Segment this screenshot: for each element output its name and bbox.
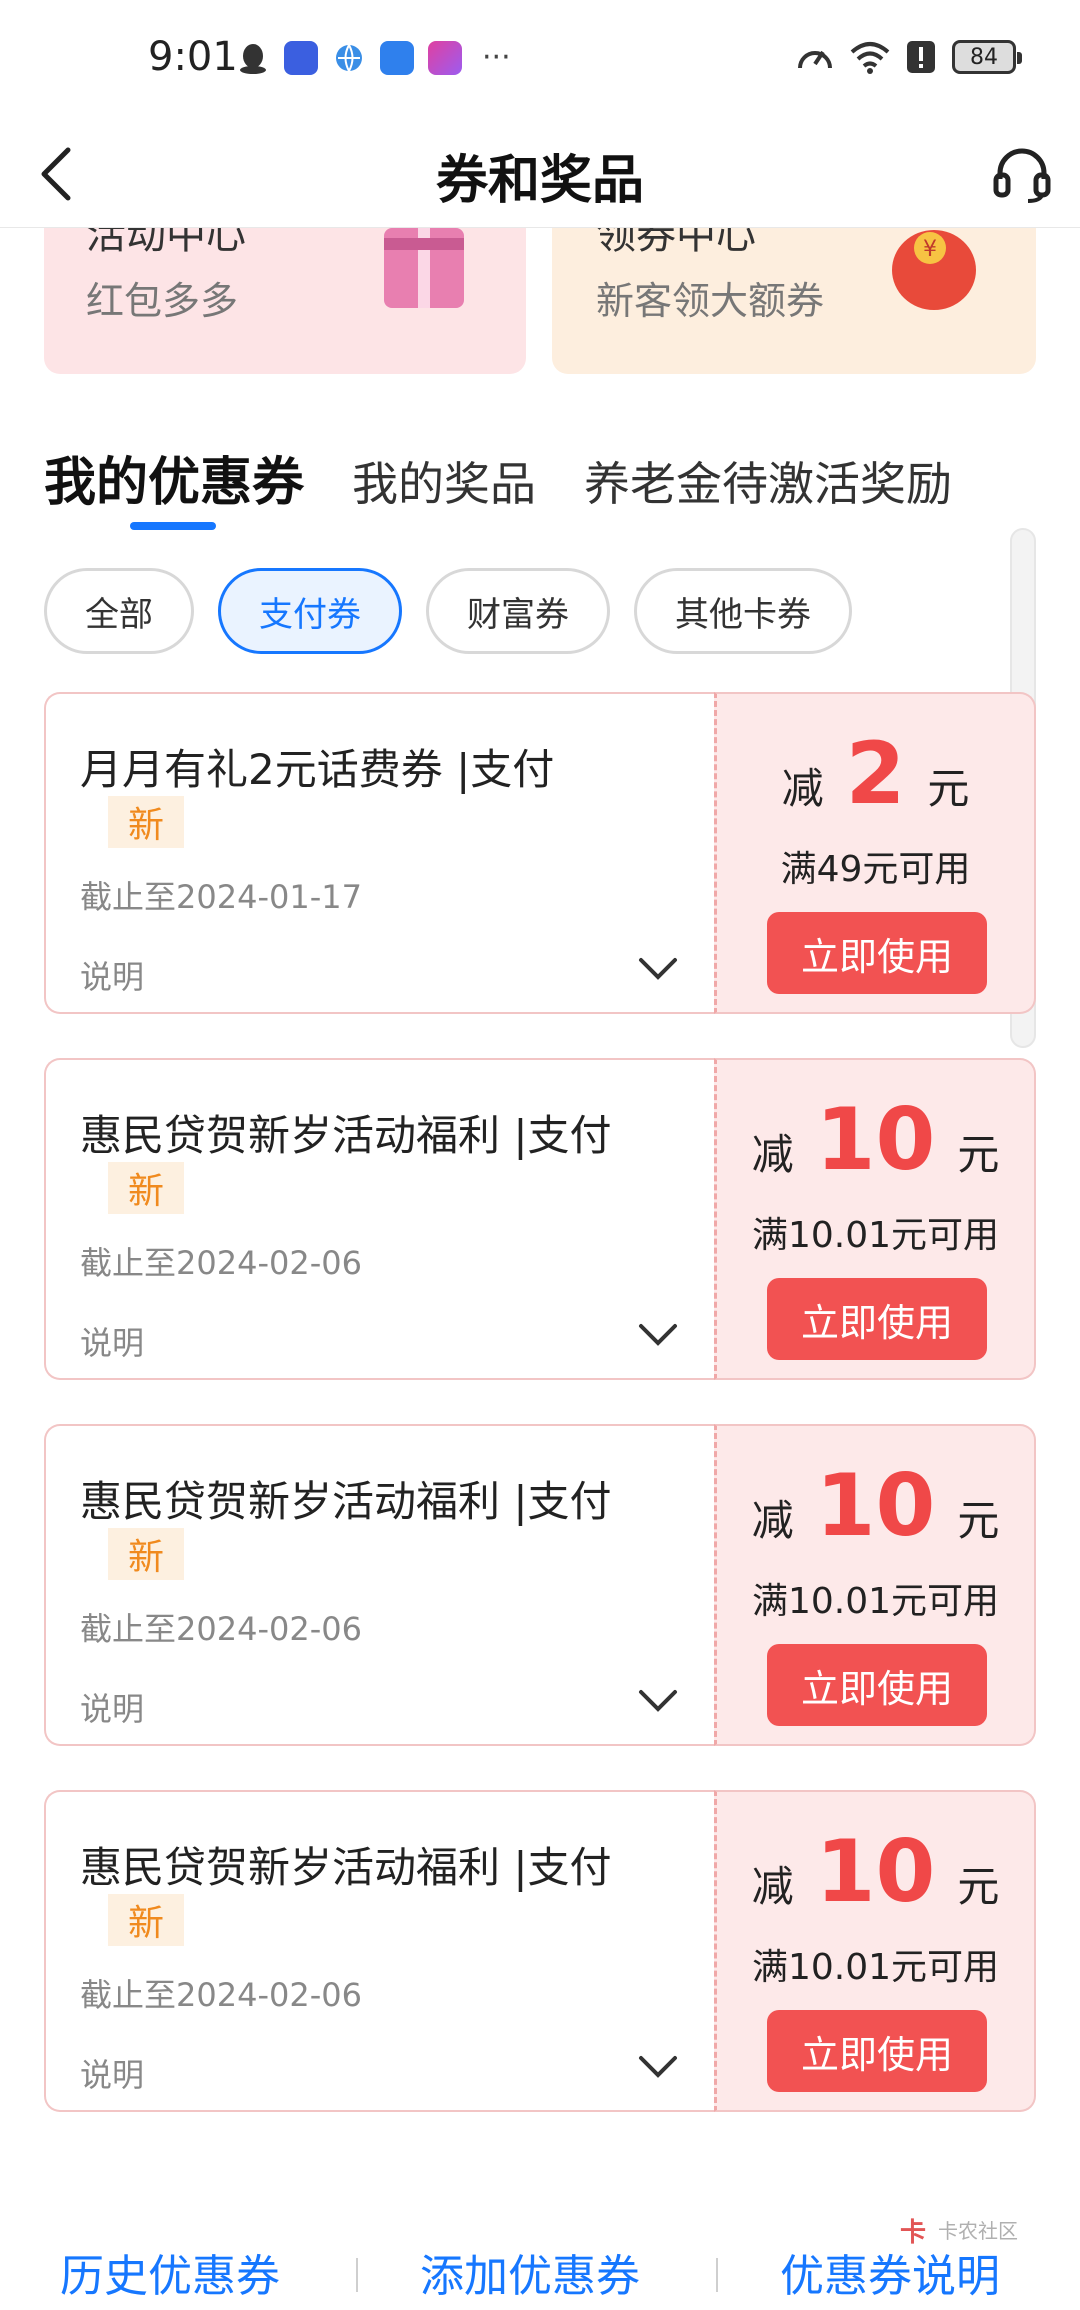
discount-unit: 元 bbox=[957, 1862, 1000, 1911]
browser-icon bbox=[336, 44, 362, 71]
notification-icons: ··· bbox=[236, 40, 511, 75]
coupon-info: 惠民贷贺新岁活动福利 |支付 新 截止至2024-02-06 说明 bbox=[44, 1790, 714, 2112]
coupon-threshold: 满10.01元可用 bbox=[751, 1581, 1000, 1622]
coupon-expire-date: 截止至2024-02-06 bbox=[80, 1244, 362, 1282]
new-badge: 新 bbox=[108, 1528, 184, 1580]
gift-icon bbox=[384, 228, 464, 308]
system-icons: 84 bbox=[796, 40, 1022, 74]
chevron-down-icon[interactable] bbox=[638, 2054, 678, 2080]
discount-prefix: 减 bbox=[781, 764, 824, 813]
coupon-description-label[interactable]: 说明 bbox=[80, 2050, 144, 2096]
coupon-threshold: 满49元可用 bbox=[780, 849, 971, 890]
coupon-name: 惠民贷贺新岁活动福利 |支付 bbox=[80, 1111, 612, 1160]
coupon-description-label[interactable]: 说明 bbox=[80, 1318, 144, 1364]
chevron-down-icon[interactable] bbox=[638, 1322, 678, 1348]
headset-icon bbox=[993, 148, 1051, 203]
coupon-card: 惠民贷贺新岁活动福利 |支付 新 截止至2024-02-06 说明 减 10 元… bbox=[44, 1424, 1036, 1746]
coupon-amount-panel: 减 10 元 满10.01元可用 立即使用 bbox=[714, 1424, 1036, 1746]
coupon-explain-link[interactable]: 优惠券说明 bbox=[780, 2240, 1000, 2304]
coupon-amount-panel: 减 2 元 满49元可用 立即使用 bbox=[714, 692, 1036, 1014]
speed-icon bbox=[798, 50, 832, 69]
coupon-name: 惠民贷贺新岁活动福利 |支付 bbox=[80, 1843, 612, 1892]
promo-subtitle: 新客领大额券 bbox=[596, 279, 825, 323]
discount-amount: 10 bbox=[815, 1456, 936, 1556]
discount-prefix: 减 bbox=[751, 1862, 794, 1911]
coupon-info: 惠民贷贺新岁活动福利 |支付 新 截止至2024-02-06 说明 bbox=[44, 1424, 714, 1746]
battery-level: 84 bbox=[970, 44, 998, 70]
discount-prefix: 减 bbox=[751, 1496, 794, 1545]
top-nav-bar: 券和奖品 bbox=[0, 120, 1080, 228]
discount-amount: 10 bbox=[815, 1090, 936, 1190]
coupon-expire-date: 截止至2024-02-06 bbox=[80, 1976, 362, 2014]
svg-text:¥: ¥ bbox=[923, 237, 937, 262]
discount-unit: 元 bbox=[957, 1496, 1000, 1545]
coupon-expire-date: 截止至2024-02-06 bbox=[80, 1610, 362, 1648]
status-time: 9:01 bbox=[148, 34, 238, 80]
new-badge: 新 bbox=[108, 796, 184, 848]
coupon-info: 惠民贷贺新岁活动福利 |支付 新 截止至2024-02-06 说明 bbox=[44, 1058, 714, 1380]
coupon-name: 月月有礼2元话费券 |支付 bbox=[80, 745, 555, 794]
tab-my-prizes[interactable]: 我的奖品 bbox=[352, 448, 536, 514]
tab-pension-rewards[interactable]: 养老金待激活奖励 bbox=[584, 448, 952, 514]
chevron-down-icon[interactable] bbox=[638, 956, 678, 982]
discount-prefix: 减 bbox=[751, 1130, 794, 1179]
weather-app-icon bbox=[380, 40, 414, 75]
filter-other-cards[interactable]: 其他卡券 bbox=[634, 568, 852, 654]
coupon-expire-date: 截止至2024-01-17 bbox=[80, 878, 362, 916]
coupon-threshold: 满10.01元可用 bbox=[751, 1215, 1000, 1256]
coupon-amount-panel: 减 10 元 满10.01元可用 立即使用 bbox=[714, 1790, 1036, 2112]
coupon-card: 惠民贷贺新岁活动福利 |支付 新 截止至2024-02-06 说明 减 10 元… bbox=[44, 1790, 1036, 2112]
qq-icon bbox=[240, 43, 266, 74]
discount-amount: 10 bbox=[815, 1822, 936, 1922]
new-badge: 新 bbox=[108, 1162, 184, 1214]
coupon-threshold: 满10.01元可用 bbox=[751, 1947, 1000, 1988]
use-now-button[interactable]: 立即使用 bbox=[767, 912, 987, 994]
use-now-button[interactable]: 立即使用 bbox=[767, 2010, 987, 2092]
tab-bar: 我的优惠券 我的奖品 养老金待激活奖励 bbox=[44, 440, 952, 515]
tab-underline bbox=[130, 522, 216, 530]
divider bbox=[356, 2258, 358, 2292]
new-badge: 新 bbox=[108, 1894, 184, 1946]
history-coupons-link[interactable]: 历史优惠券 bbox=[60, 2240, 280, 2304]
coupon-info: 月月有礼2元话费券 |支付 新 截止至2024-01-17 说明 bbox=[44, 692, 714, 1014]
filter-wealth[interactable]: 财富券 bbox=[426, 568, 610, 654]
use-now-button[interactable]: 立即使用 bbox=[767, 1278, 987, 1360]
watermark-logo-icon: 卡 bbox=[900, 2218, 927, 2248]
coupon-amount-panel: 减 10 元 满10.01元可用 立即使用 bbox=[714, 1058, 1036, 1380]
use-now-button[interactable]: 立即使用 bbox=[767, 1644, 987, 1726]
more-notifications: ··· bbox=[482, 40, 511, 75]
wifi-icon bbox=[850, 42, 890, 74]
promo-title: 领券中心 bbox=[596, 228, 756, 258]
battery-icon: 84 bbox=[952, 40, 1022, 74]
news-app-icon bbox=[284, 40, 318, 75]
watermark-text: 卡农社区 bbox=[938, 2218, 1018, 2243]
tab-my-coupons[interactable]: 我的优惠券 bbox=[44, 440, 304, 515]
filter-chips: 全部 支付券 财富券 其他卡券 bbox=[44, 568, 852, 654]
discount-unit: 元 bbox=[927, 764, 970, 813]
status-bar: 9:01 ··· 84 bbox=[0, 0, 1080, 120]
alert-icon bbox=[907, 41, 935, 73]
filter-payment[interactable]: 支付券 bbox=[218, 568, 402, 654]
promo-subtitle: 红包多多 bbox=[86, 279, 239, 323]
coupon-description-label[interactable]: 说明 bbox=[80, 1684, 144, 1730]
red-envelope-icon: ¥ bbox=[892, 230, 976, 310]
coupon-center-card[interactable]: 领券中心 新客领大额券 ¥ bbox=[552, 228, 1036, 374]
page-title: 券和奖品 bbox=[435, 151, 644, 211]
coupon-card: 惠民贷贺新岁活动福利 |支付 新 截止至2024-02-06 说明 减 10 元… bbox=[44, 1058, 1036, 1380]
coupon-name: 惠民贷贺新岁活动福利 |支付 bbox=[80, 1477, 612, 1526]
coupon-card: 月月有礼2元话费券 |支付 新 截止至2024-01-17 说明 减 2 元 满… bbox=[44, 692, 1036, 1014]
customer-service-button[interactable] bbox=[990, 142, 1054, 206]
app-icon bbox=[428, 40, 462, 75]
activity-center-card[interactable]: 活动中心 红包多多 bbox=[44, 228, 526, 374]
filter-all[interactable]: 全部 bbox=[44, 568, 194, 654]
discount-amount: 2 bbox=[845, 724, 906, 824]
watermark: 卡 卡农社区 bbox=[900, 2212, 1018, 2248]
discount-unit: 元 bbox=[957, 1130, 1000, 1179]
promo-title: 活动中心 bbox=[86, 228, 246, 258]
add-coupon-link[interactable]: 添加优惠券 bbox=[420, 2240, 640, 2304]
chevron-down-icon[interactable] bbox=[638, 1688, 678, 1714]
divider bbox=[716, 2258, 718, 2292]
coupon-description-label[interactable]: 说明 bbox=[80, 952, 144, 998]
